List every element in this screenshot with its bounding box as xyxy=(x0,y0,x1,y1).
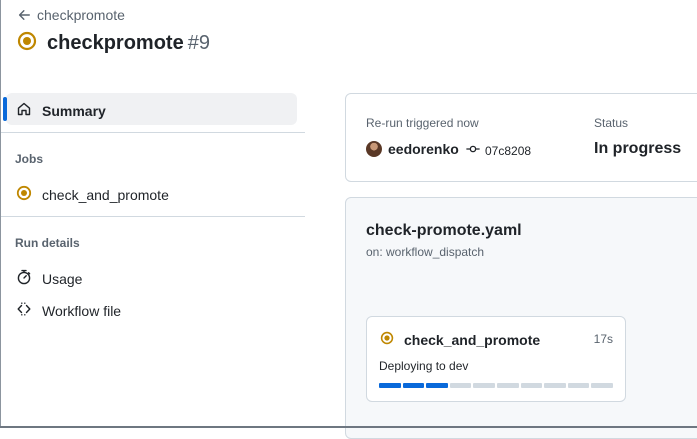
progress-segment xyxy=(520,383,543,388)
sidebar-item-label: Workflow file xyxy=(42,302,122,319)
in-progress-icon xyxy=(380,331,394,348)
page-title: checkpromote #9 xyxy=(17,31,210,56)
commit-icon xyxy=(466,142,480,159)
progress-segment xyxy=(473,383,495,388)
run-details-heading: Run details xyxy=(15,236,80,250)
sidebar-item-usage[interactable]: Usage xyxy=(16,269,82,288)
sidebar-item-workflow-file[interactable]: Workflow file xyxy=(16,301,121,320)
run-number: #9 xyxy=(187,32,210,54)
progress-segment xyxy=(496,383,519,388)
commit-sha: 07c8208 xyxy=(485,143,532,158)
arrow-left-icon xyxy=(17,8,31,22)
active-indicator xyxy=(3,97,7,121)
sidebar-summary-link[interactable]: Summary xyxy=(16,101,106,120)
workflow-trigger: on: workflow_dispatch xyxy=(366,245,485,259)
in-progress-status-icon xyxy=(17,31,37,56)
job-duration: 17s xyxy=(593,332,613,346)
in-progress-icon xyxy=(16,185,32,204)
window-left-border xyxy=(0,0,1,428)
sidebar-item-job[interactable]: check_and_promote xyxy=(16,185,169,204)
stopwatch-icon xyxy=(16,269,32,288)
avatar xyxy=(366,141,382,157)
run-summary-card: Re-run triggered now Status eedorenko 07… xyxy=(345,93,697,182)
job-card[interactable]: check_and_promote 17s Deploying to dev xyxy=(366,316,626,402)
home-icon xyxy=(16,101,32,120)
actor-name: eedorenko xyxy=(388,141,459,157)
jobs-heading: Jobs xyxy=(15,152,44,166)
commit-link[interactable]: 07c8208 xyxy=(466,142,531,159)
sidebar-item-label: check_and_promote xyxy=(42,186,169,203)
workflow-title: checkpromote xyxy=(47,32,184,54)
file-code-icon xyxy=(16,301,32,320)
trigger-label: Re-run triggered now xyxy=(366,116,479,130)
progress-segment xyxy=(379,383,401,388)
job-progress-bar xyxy=(379,383,613,388)
progress-segment xyxy=(591,383,613,388)
sidebar-divider xyxy=(1,216,305,217)
workflow-file-name: check-promote.yaml xyxy=(366,222,522,239)
job-title: check_and_promote xyxy=(380,331,540,348)
progress-segment xyxy=(402,383,425,388)
workflow-graph-panel: check-promote.yaml on: workflow_dispatch… xyxy=(345,197,697,439)
job-name: check_and_promote xyxy=(404,331,541,348)
job-current-step: Deploying to dev xyxy=(379,359,469,373)
status-value: In progress xyxy=(594,140,682,157)
progress-segment xyxy=(567,383,590,388)
progress-segment xyxy=(426,383,448,388)
sidebar-item-label: Usage xyxy=(42,270,83,287)
back-link-label: checkpromote xyxy=(37,7,125,23)
actor-link[interactable]: eedorenko xyxy=(366,141,459,157)
progress-segment xyxy=(449,383,472,388)
progress-segment xyxy=(544,383,566,388)
sidebar-divider xyxy=(1,132,305,133)
status-label: Status xyxy=(594,116,629,130)
back-link[interactable]: checkpromote xyxy=(17,7,125,23)
sidebar-item-label: Summary xyxy=(42,102,106,119)
